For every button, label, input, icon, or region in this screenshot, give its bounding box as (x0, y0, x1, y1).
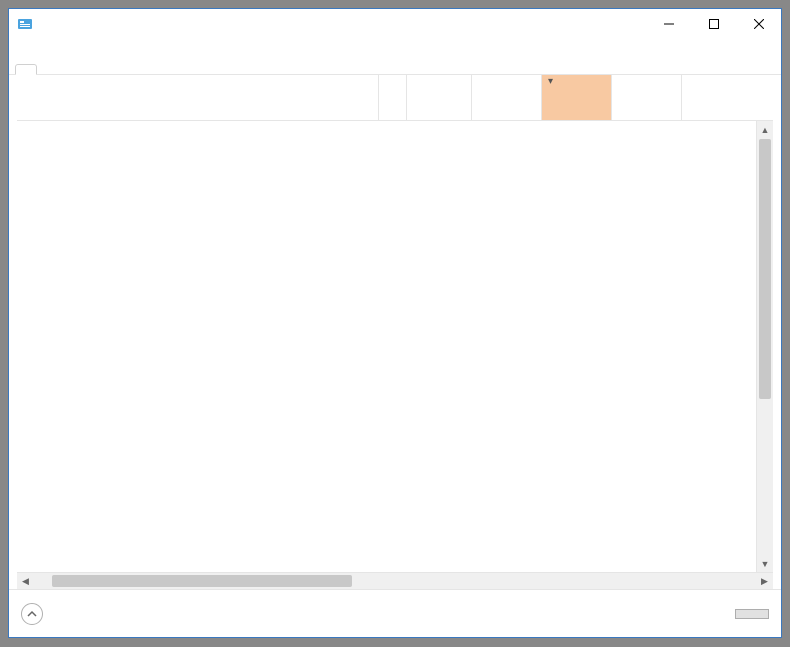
menu-bar (9, 39, 781, 58)
tab-strip (9, 58, 781, 75)
vertical-scrollbar[interactable]: ▲ ▼ (756, 121, 773, 572)
column-power[interactable] (682, 75, 773, 120)
minimize-button[interactable] (646, 9, 691, 39)
taskmgr-icon (17, 16, 33, 32)
chevron-up-icon (21, 603, 43, 625)
menu-view[interactable] (45, 48, 61, 50)
title-bar (9, 9, 781, 39)
column-network[interactable] (612, 75, 682, 120)
scroll-down-icon[interactable]: ▼ (757, 555, 773, 572)
process-panel: ▾ ▲ ▼ ◀ ▶ (9, 75, 781, 589)
task-manager-window: ▾ ▲ ▼ ◀ ▶ (8, 8, 782, 638)
tab-details[interactable] (117, 64, 137, 74)
column-name[interactable] (17, 75, 379, 120)
tab-performance[interactable] (37, 64, 57, 74)
column-header-row: ▾ (17, 75, 773, 121)
maximize-button[interactable] (691, 9, 736, 39)
close-button[interactable] (736, 9, 781, 39)
column-cpu[interactable] (407, 75, 472, 120)
tab-processes[interactable] (15, 64, 37, 75)
tab-app-history[interactable] (57, 64, 77, 74)
column-disk[interactable]: ▾ (542, 75, 612, 120)
horizontal-scrollbar[interactable]: ◀ ▶ (17, 572, 773, 589)
tab-services[interactable] (137, 64, 157, 74)
menu-file[interactable] (13, 48, 29, 50)
process-list: ▲ ▼ (17, 121, 773, 572)
bottom-bar (9, 589, 781, 637)
scroll-up-icon[interactable]: ▲ (757, 121, 773, 138)
menu-options[interactable] (29, 48, 45, 50)
column-memory[interactable] (472, 75, 542, 120)
scrollbar-thumb[interactable] (759, 139, 771, 399)
sort-indicator-icon: ▾ (548, 76, 553, 87)
tab-startup[interactable] (77, 64, 97, 74)
end-task-button[interactable] (735, 609, 769, 619)
tab-users[interactable] (97, 64, 117, 74)
fewer-details-button[interactable] (21, 603, 51, 625)
scroll-right-icon[interactable]: ▶ (756, 576, 773, 587)
hscroll-thumb[interactable] (52, 575, 352, 587)
scroll-left-icon[interactable]: ◀ (17, 576, 34, 587)
column-status[interactable] (379, 75, 407, 120)
